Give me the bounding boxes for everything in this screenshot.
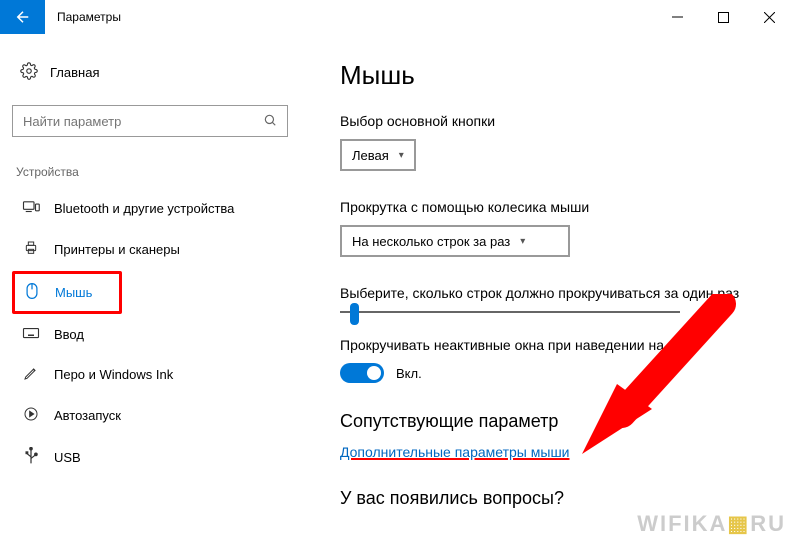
toggle-knob — [367, 366, 381, 380]
sidebar-item-typing[interactable]: Ввод — [12, 316, 288, 353]
sidebar-item-label: Мышь — [55, 285, 92, 300]
primary-button-select[interactable]: Левая ▾ — [340, 139, 416, 171]
search-icon — [263, 113, 277, 130]
main-panel: Мышь Выбор основной кнопки Левая ▾ Прокр… — [300, 34, 792, 543]
gear-icon — [20, 62, 38, 83]
watermark: WIFIKA▦RU — [637, 511, 786, 537]
search-input[interactable] — [12, 105, 288, 137]
select-value: На несколько строк за раз — [352, 234, 510, 249]
sidebar-home[interactable]: Главная — [12, 56, 288, 89]
select-value: Левая — [352, 148, 389, 163]
scroll-mode-label: Прокрутка с помощью колесика мыши — [340, 199, 762, 215]
toggle-state: Вкл. — [396, 366, 422, 381]
chevron-down-icon: ▾ — [520, 236, 525, 247]
pen-icon — [22, 365, 40, 384]
sidebar-item-label: Принтеры и сканеры — [54, 242, 180, 257]
page-title: Мышь — [340, 60, 762, 91]
maximize-button[interactable] — [700, 0, 746, 34]
related-heading: Сопутствующие параметр — [340, 411, 762, 432]
search-field[interactable] — [23, 114, 263, 129]
sidebar-item-usb[interactable]: USB — [12, 437, 288, 478]
sidebar-item-bluetooth[interactable]: Bluetooth и другие устройства — [12, 189, 288, 228]
minimize-button[interactable] — [654, 0, 700, 34]
sidebar-item-autoplay[interactable]: Автозапуск — [12, 396, 288, 435]
usb-icon — [22, 447, 40, 468]
keyboard-icon — [22, 326, 40, 343]
printer-icon — [22, 240, 40, 259]
slider-thumb[interactable] — [350, 303, 359, 325]
scroll-lines-label: Выберите, сколько строк должно прокручив… — [340, 285, 762, 301]
scroll-mode-select[interactable]: На несколько строк за раз ▾ — [340, 225, 570, 257]
scroll-lines-slider[interactable] — [340, 311, 680, 313]
sidebar-category: Устройства — [16, 165, 288, 179]
back-button[interactable] — [0, 0, 45, 34]
devices-icon — [22, 199, 40, 218]
sidebar-item-label: USB — [54, 450, 81, 465]
inactive-hover-toggle[interactable] — [340, 363, 384, 383]
mouse-icon — [23, 282, 41, 303]
sidebar-item-printers[interactable]: Принтеры и сканеры — [12, 230, 288, 269]
window-title: Параметры — [45, 0, 121, 34]
primary-button-label: Выбор основной кнопки — [340, 113, 762, 129]
sidebar-item-mouse[interactable]: Мышь — [12, 271, 122, 314]
close-button[interactable] — [746, 0, 792, 34]
additional-mouse-options-link[interactable]: Дополнительные параметры мыши — [340, 444, 762, 460]
inactive-hover-label: Прокручивать неактивные окна при наведен… — [340, 337, 762, 353]
sidebar-item-label: Bluetooth и другие устройства — [54, 201, 234, 216]
sidebar-home-label: Главная — [50, 65, 99, 80]
sidebar-item-label: Ввод — [54, 327, 84, 342]
sidebar-item-pen[interactable]: Перо и Windows Ink — [12, 355, 288, 394]
questions-heading: У вас появились вопросы? — [340, 488, 762, 509]
sidebar: Главная Устройства Bluetooth и другие ус… — [0, 34, 300, 543]
chevron-down-icon: ▾ — [399, 150, 404, 161]
sidebar-item-label: Автозапуск — [54, 408, 121, 423]
autoplay-icon — [22, 406, 40, 425]
sidebar-item-label: Перо и Windows Ink — [54, 367, 173, 382]
